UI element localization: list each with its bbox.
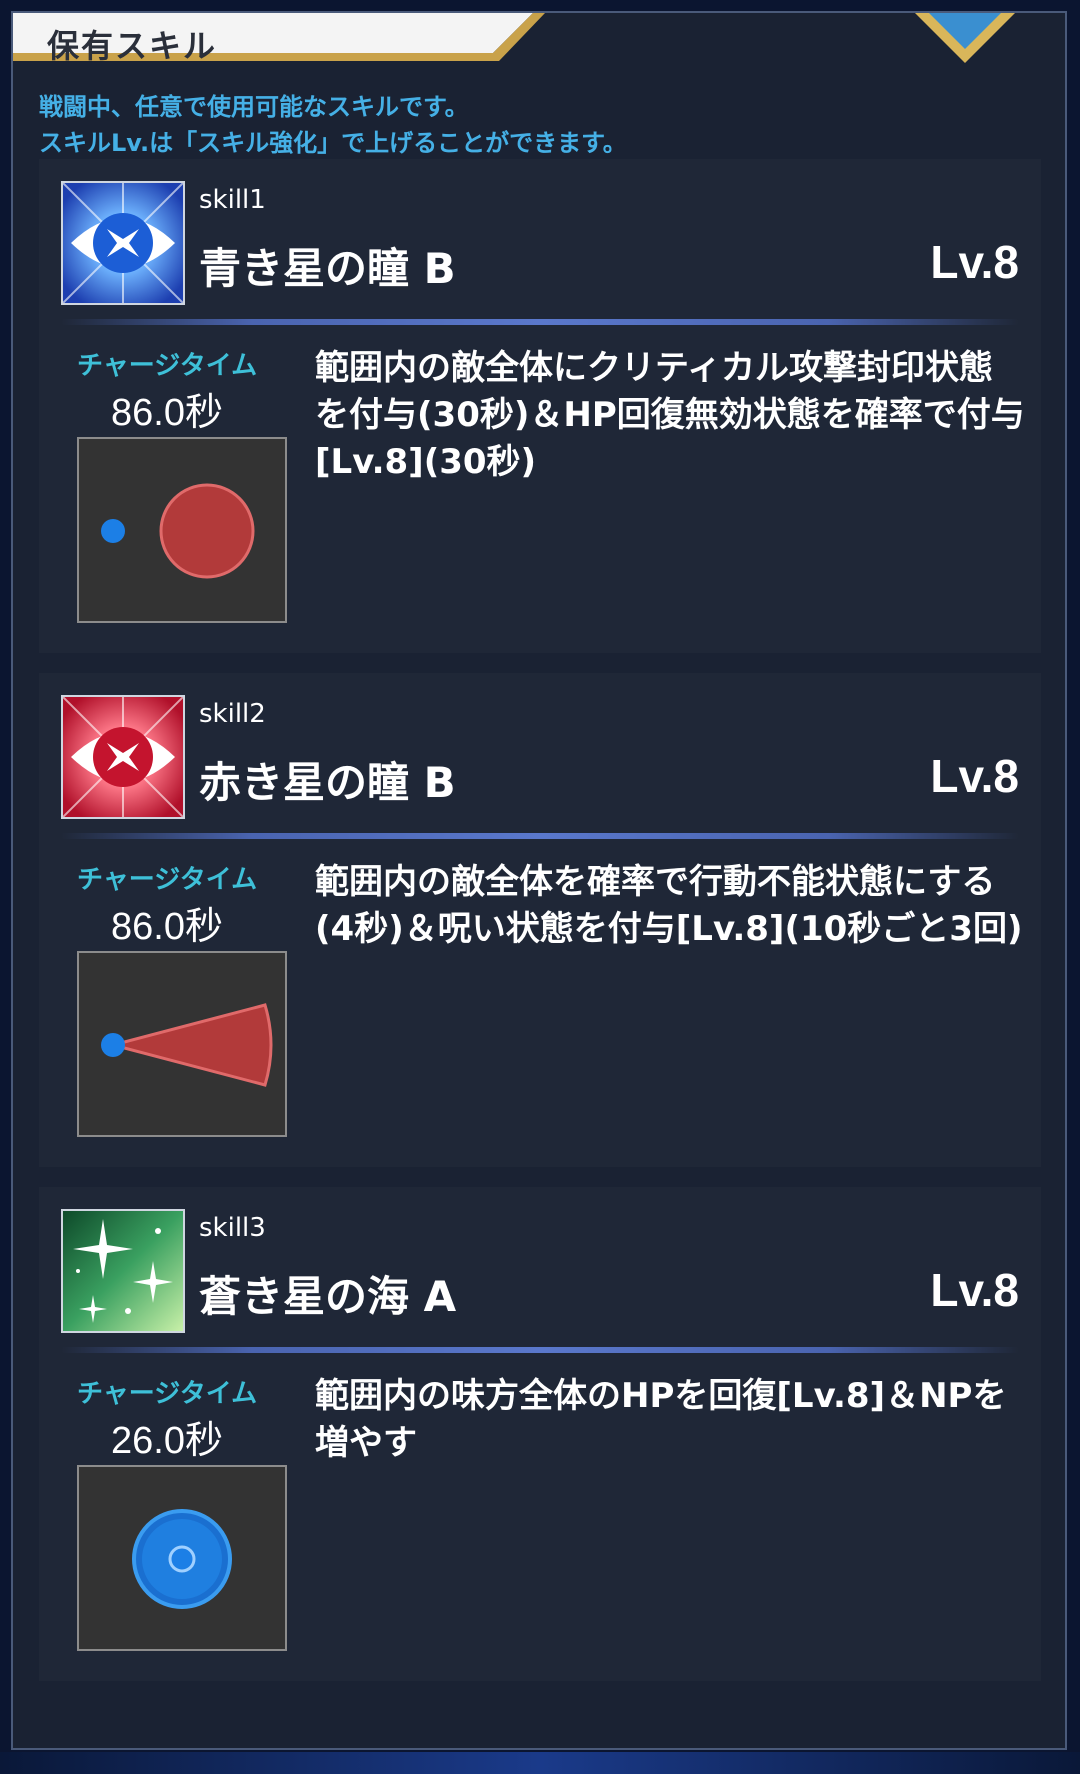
skill-description: 範囲内の味方全体のHPを回復[Lv.8]＆NPを 増やす bbox=[315, 1373, 1027, 1467]
skill-card-2[interactable]: skill2 赤き星の瞳 B Lv.8 チャージタイム 86.0秒 範囲内の敵全… bbox=[39, 673, 1041, 1167]
description-line: を付与(30秒)＆HP回復無効状態を確率で付与 bbox=[315, 395, 1025, 435]
intro-line-2: スキルLv.は「スキル強化」で上げることができます。 bbox=[39, 129, 627, 157]
page-bottom-bar bbox=[0, 1752, 1080, 1774]
skill-level: Lv.8 bbox=[930, 750, 1019, 802]
skill-description: 範囲内の敵全体を確率で行動不能状態にする (4秒)＆呪い状態を付与[Lv.8](… bbox=[315, 859, 1027, 953]
red-eye-icon bbox=[61, 695, 185, 819]
skill-name: 蒼き星の海 A bbox=[199, 1272, 457, 1321]
charge-time-label: チャージタイム bbox=[77, 351, 258, 381]
skill-name: 赤き星の瞳 B bbox=[199, 758, 456, 807]
range-diagram bbox=[77, 951, 287, 1137]
description-line: 範囲内の敵全体を確率で行動不能状態にする bbox=[315, 862, 996, 902]
skill-name: 青き星の瞳 B bbox=[199, 244, 456, 293]
skill-slot: skill3 bbox=[199, 1213, 266, 1243]
charge-time-label: チャージタイム bbox=[77, 865, 258, 895]
skill-slot: skill1 bbox=[199, 185, 266, 215]
skill-level: Lv.8 bbox=[930, 1264, 1019, 1316]
skill-card-1[interactable]: skill1 青き星の瞳 B Lv.8 チャージタイム 86.0秒 範囲内の敵全… bbox=[39, 159, 1041, 653]
intro-text: 戦闘中、任意で使用可能なスキルです。 スキルLv.は「スキル強化」で上げることが… bbox=[39, 89, 627, 161]
skill-level: Lv.8 bbox=[930, 236, 1019, 288]
description-line: 範囲内の敵全体にクリティカル攻撃封印状態 bbox=[315, 348, 993, 388]
skills-panel: 保有スキル 戦闘中、任意で使用可能なスキルです。 スキルLv.は「スキル強化」で… bbox=[11, 11, 1067, 1750]
charge-time-value: 86.0秒 bbox=[111, 392, 223, 434]
corner-badge-icon bbox=[895, 13, 1035, 73]
description-line: (4秒)＆呪い状態を付与[Lv.8](10秒ごと3回) bbox=[315, 909, 1023, 949]
description-line: 範囲内の味方全体のHPを回復[Lv.8]＆NPを bbox=[315, 1376, 1007, 1416]
description-line: [Lv.8](30秒) bbox=[315, 442, 537, 482]
charge-time-value: 86.0秒 bbox=[111, 906, 223, 948]
range-diagram bbox=[77, 437, 287, 623]
header-tab: 保有スキル bbox=[13, 13, 573, 67]
blue-eye-icon bbox=[61, 181, 185, 305]
green-sparkle-icon bbox=[61, 1209, 185, 1333]
charge-time-label: チャージタイム bbox=[77, 1379, 258, 1409]
divider bbox=[61, 319, 1019, 325]
skill-slot: skill2 bbox=[199, 699, 266, 729]
page-title: 保有スキル bbox=[47, 27, 218, 65]
charge-time-value: 26.0秒 bbox=[111, 1420, 223, 1462]
skill-description: 範囲内の敵全体にクリティカル攻撃封印状態 を付与(30秒)＆HP回復無効状態を確… bbox=[315, 345, 1027, 486]
description-line: 増やす bbox=[315, 1423, 417, 1463]
range-diagram bbox=[77, 1465, 287, 1651]
divider bbox=[61, 833, 1019, 839]
intro-line-1: 戦闘中、任意で使用可能なスキルです。 bbox=[39, 93, 469, 121]
divider bbox=[61, 1347, 1019, 1353]
skill-card-3[interactable]: skill3 蒼き星の海 A Lv.8 チャージタイム 26.0秒 範囲内の味方… bbox=[39, 1187, 1041, 1681]
